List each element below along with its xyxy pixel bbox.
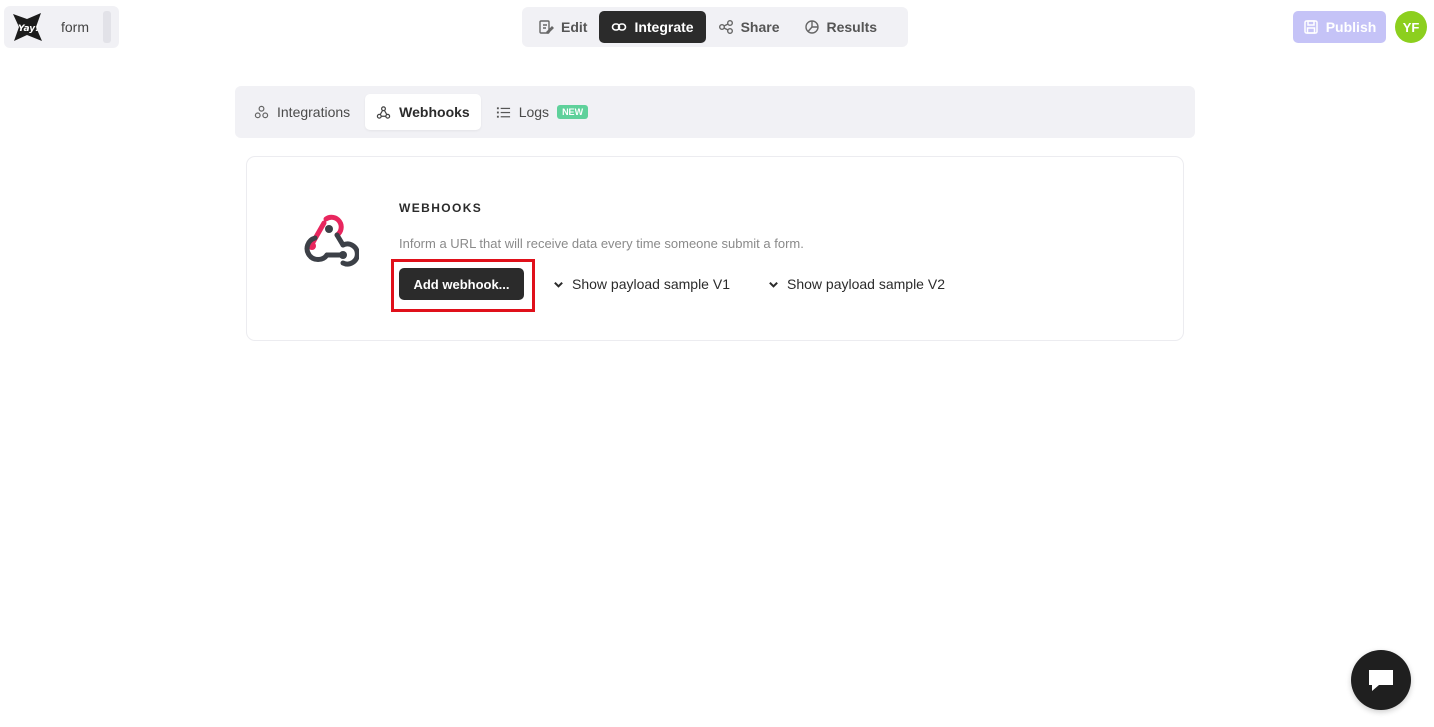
tab-integrate-label: Integrate [634,19,694,35]
tab-results-label: Results [826,19,878,35]
payload-v2-label: Show payload sample V2 [787,276,945,292]
publish-button[interactable]: Publish [1293,11,1386,43]
tab-integrate[interactable]: Integrate [599,11,706,43]
tab-share-label: Share [740,19,780,35]
chevron-down-icon [769,281,778,288]
pie-chart-icon [804,20,819,34]
card-title: WEBHOOKS [399,201,483,215]
integrations-icon [254,105,269,118]
save-icon [1303,20,1318,34]
payload-v1-label: Show payload sample V1 [572,276,730,292]
edit-icon [539,20,554,34]
form-name[interactable]: form [61,19,89,35]
show-payload-v1-toggle[interactable]: Show payload sample V1 [553,276,730,292]
subtab-webhooks[interactable]: Webhooks [365,94,481,130]
webhooks-card: WEBHOOKS Inform a URL that will receive … [246,156,1184,341]
form-name-scrollbar [103,11,111,43]
svg-text:Yay!: Yay! [18,24,39,34]
subtab-logs[interactable]: Logs NEW [485,94,599,130]
add-webhook-button[interactable]: Add webhook... [399,268,524,300]
yay-logo-icon[interactable]: Yay! [10,10,44,44]
subtab-webhooks-label: Webhooks [399,104,470,120]
card-description: Inform a URL that will receive data ever… [399,236,804,251]
show-payload-v2-toggle[interactable]: Show payload sample V2 [768,276,945,292]
tab-share[interactable]: Share [706,11,792,43]
top-nav: Edit Integrate Share Results [522,7,908,47]
tab-edit-label: Edit [561,19,588,35]
chat-launcher-button[interactable] [1351,650,1411,710]
publish-label: Publish [1325,19,1377,35]
webhook-logo-icon [304,214,359,267]
tab-edit[interactable]: Edit [526,11,599,43]
avatar[interactable]: YF [1395,11,1427,43]
brand-box: Yay! form [4,6,119,48]
subtab-logs-label: Logs [518,104,550,120]
chat-icon [1369,670,1393,691]
subtab-integrations[interactable]: Integrations [243,94,361,130]
list-icon [496,106,510,118]
chevron-down-icon [554,281,563,288]
integrate-subnav: Integrations Webhooks Logs NEW [235,86,1195,138]
subtab-integrations-label: Integrations [277,104,351,120]
link-icon [612,23,627,31]
new-badge: NEW [557,105,589,119]
webhook-small-icon [376,105,391,119]
tab-results[interactable]: Results [792,11,890,43]
share-icon [718,20,733,34]
